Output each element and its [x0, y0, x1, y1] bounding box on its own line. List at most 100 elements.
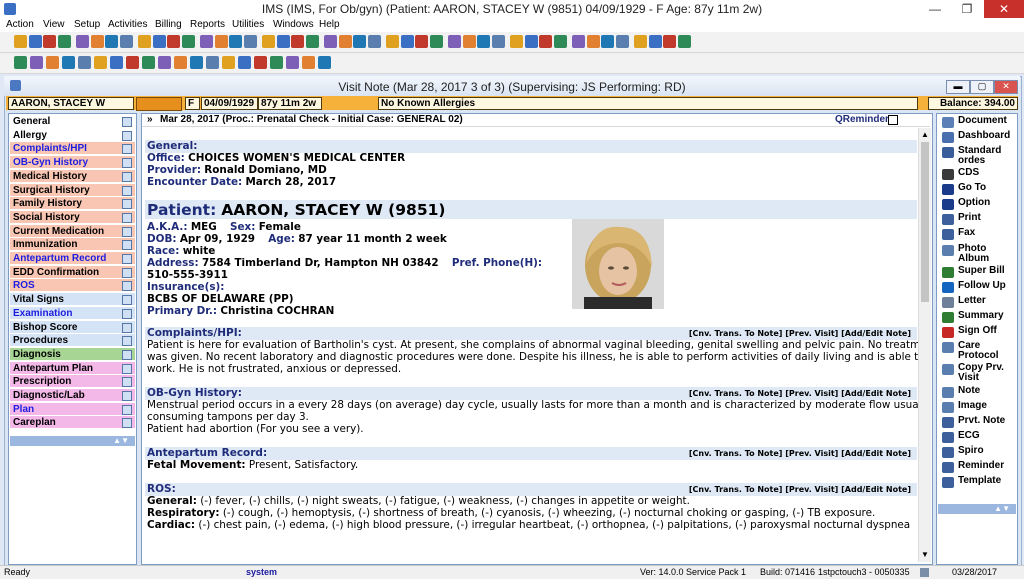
nav-item-icon[interactable]	[122, 336, 132, 347]
toolbar-tool-icon[interactable]	[28, 35, 42, 48]
menu-utilities[interactable]: Utilities	[232, 19, 264, 30]
maximize-button[interactable]: ❐	[952, 0, 982, 18]
scroll-up-arrow[interactable]: ▲	[921, 130, 929, 139]
left-nav-item[interactable]: EDD Confirmation	[10, 265, 135, 279]
toolbar-tool-icon[interactable]	[142, 56, 155, 69]
right-panel-item[interactable]: Go To	[938, 183, 1016, 195]
left-nav-item[interactable]: Family History	[10, 197, 135, 211]
toolbar-tool-icon[interactable]	[539, 35, 552, 48]
toolbar-tool-icon[interactable]	[181, 35, 195, 48]
toolbar-tool-icon[interactable]	[238, 56, 251, 69]
nav-item-icon[interactable]	[122, 295, 132, 306]
right-panel-item[interactable]: Copy Prv. Visit	[938, 363, 1016, 383]
hpi-add-link[interactable]: [Add/Edit Note]	[841, 329, 911, 338]
toolbar-tool-icon[interactable]	[270, 56, 283, 69]
patient-photo[interactable]	[572, 219, 664, 309]
nav-item-icon[interactable]	[122, 158, 132, 169]
nav-item-icon[interactable]	[122, 226, 132, 237]
left-nav-item[interactable]: General	[10, 115, 135, 128]
left-nav-item[interactable]: Surgical History	[10, 183, 135, 197]
menu-windows[interactable]: Windows	[273, 19, 314, 30]
nav-item-icon[interactable]	[122, 404, 132, 415]
toolbar-tool-icon[interactable]	[318, 56, 331, 69]
minimize-button[interactable]: —	[920, 0, 950, 18]
patient-flags-icons[interactable]	[136, 97, 182, 111]
right-panel-item[interactable]: Prvt. Note	[938, 416, 1016, 428]
visit-close-button[interactable]: ✕	[994, 80, 1018, 94]
qreminder-checkbox[interactable]	[888, 115, 898, 125]
toolbar-tool-icon[interactable]	[276, 35, 290, 48]
right-panel-item[interactable]: CDS	[938, 168, 1016, 180]
ante-add-link[interactable]: [Add/Edit Note]	[841, 449, 911, 458]
right-panel-item[interactable]: Spiro	[938, 446, 1016, 458]
toolbar-tool-icon[interactable]	[119, 35, 133, 48]
left-nav-item[interactable]: Diagnosis	[10, 347, 135, 361]
toolbar-tool-icon[interactable]	[648, 35, 662, 48]
menu-action[interactable]: Action	[6, 19, 34, 30]
nav-item-icon[interactable]	[122, 418, 132, 429]
nav-item-icon[interactable]	[122, 308, 132, 319]
toolbar-tool-icon[interactable]	[158, 56, 171, 69]
left-nav-item[interactable]: Allergy	[10, 128, 135, 142]
left-nav-item[interactable]: Medical History	[10, 169, 135, 183]
left-nav-item[interactable]: Complaints/HPI	[10, 142, 135, 156]
nav-item-icon[interactable]	[122, 144, 132, 155]
menu-help[interactable]: Help	[319, 19, 340, 30]
scroll-thumb[interactable]	[921, 142, 929, 302]
right-panel-item[interactable]: Reminder	[938, 461, 1016, 473]
close-button[interactable]: ✕	[984, 0, 1024, 18]
menu-activities[interactable]: Activities	[108, 19, 147, 30]
toolbar-tool-icon[interactable]	[491, 35, 505, 48]
toolbar-tool-icon[interactable]	[386, 35, 399, 48]
toolbar-tool-icon[interactable]	[105, 35, 118, 48]
right-panel-item[interactable]: Dashboard	[938, 131, 1016, 143]
nav-item-icon[interactable]	[122, 240, 132, 251]
left-nav-item[interactable]: Social History	[10, 210, 135, 224]
nav-item-icon[interactable]	[122, 117, 132, 127]
toolbar-tool-icon[interactable]	[400, 35, 414, 48]
right-panel-item[interactable]: Care Protocol	[938, 341, 1016, 361]
toolbar-tool-icon[interactable]	[262, 35, 275, 48]
right-panel-item[interactable]: Standard ordes	[938, 146, 1016, 166]
right-panel-item[interactable]: Option	[938, 198, 1016, 210]
toolbar-tool-icon[interactable]	[634, 35, 647, 48]
obgyn-cnv-link[interactable]: [Cnv. Trans. To Note]	[689, 389, 783, 398]
toolbar-tool-icon[interactable]	[305, 35, 319, 48]
left-nav-item[interactable]: Antepartum Plan	[10, 361, 135, 375]
toolbar-tool-icon[interactable]	[222, 56, 235, 69]
left-nav-item[interactable]: Bishop Score	[10, 320, 135, 334]
right-panel-item[interactable]: Sign Off	[938, 326, 1016, 338]
patient-allergies-box[interactable]: No Known Allergies	[378, 97, 918, 110]
nav-item-icon[interactable]	[122, 349, 132, 360]
left-nav-scroll-arrows[interactable]: ▲▼	[10, 436, 135, 446]
visit-minimize-button[interactable]: ▬	[946, 80, 970, 94]
nav-item-icon[interactable]	[122, 377, 132, 388]
toolbar-tool-icon[interactable]	[152, 35, 166, 48]
hpi-cnv-link[interactable]: [Cnv. Trans. To Note]	[689, 329, 783, 338]
menu-billing[interactable]: Billing	[155, 19, 182, 30]
right-panel-item[interactable]: Image	[938, 401, 1016, 413]
toolbar-tool-icon[interactable]	[524, 35, 538, 48]
patient-balance-box[interactable]: Balance: 394.00	[928, 97, 1018, 110]
nav-item-icon[interactable]	[122, 391, 132, 401]
toolbar-tool-icon[interactable]	[174, 56, 187, 69]
nav-item-icon[interactable]	[122, 281, 132, 292]
toolbar-tool-icon[interactable]	[601, 35, 614, 48]
toolbar-tool-icon[interactable]	[286, 56, 299, 69]
toolbar-tool-icon[interactable]	[206, 56, 219, 69]
right-panel-scroll-arrows[interactable]: ▲▼	[938, 504, 1016, 514]
ros-prev-link[interactable]: [Prev. Visit]	[785, 485, 838, 494]
left-nav-item[interactable]: Diagnostic/Lab	[10, 389, 135, 402]
toolbar-tool-icon[interactable]	[190, 56, 203, 69]
ros-add-link[interactable]: [Add/Edit Note]	[841, 485, 911, 494]
scroll-down-arrow[interactable]: ▼	[921, 550, 929, 559]
nav-item-icon[interactable]	[122, 254, 132, 264]
toolbar-tool-icon[interactable]	[663, 35, 676, 48]
left-nav-item[interactable]: Vital Signs	[10, 293, 135, 307]
right-panel-item[interactable]: ECG	[938, 431, 1016, 443]
right-panel-item[interactable]: Fax	[938, 228, 1016, 240]
menu-reports[interactable]: Reports	[190, 19, 225, 30]
toolbar-tool-icon[interactable]	[110, 56, 123, 69]
nav-item-icon[interactable]	[122, 363, 132, 374]
right-panel-item[interactable]: Photo Album	[938, 244, 1016, 264]
